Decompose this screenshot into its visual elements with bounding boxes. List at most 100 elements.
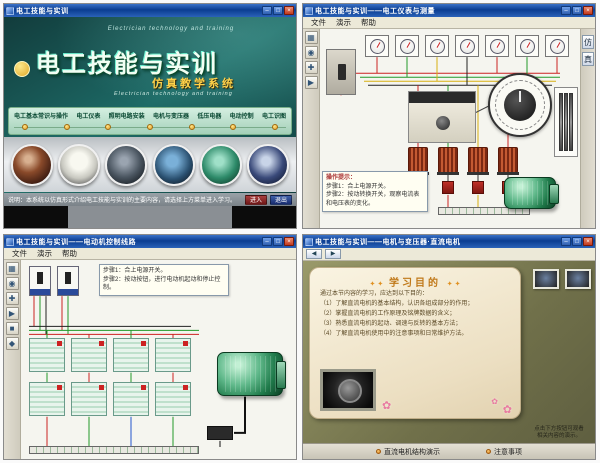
node-tool-icon[interactable]: ◆: [6, 337, 19, 350]
menu-item-motors[interactable]: 电机与变压器: [153, 111, 189, 120]
window-title: 电工技能与实训——电机与变压器·直流电机: [315, 237, 559, 247]
photo-motor[interactable]: [200, 144, 242, 186]
menu-item-drawings[interactable]: 电工识图: [262, 111, 286, 120]
contactor[interactable]: [155, 382, 191, 416]
structure-demo-button[interactable]: 直流电机结构演示: [376, 447, 440, 457]
minimize-button[interactable]: –: [561, 237, 571, 246]
app-icon: [305, 7, 313, 15]
splash-subtitle: 仿真教学系统: [152, 75, 236, 91]
menu-dot-icon[interactable]: [272, 124, 278, 130]
meter-tool-icon[interactable]: ◉: [305, 46, 318, 59]
meter-tool-icon[interactable]: ◉: [6, 277, 19, 290]
minimize-button[interactable]: –: [561, 6, 571, 15]
photo-contactors[interactable]: [247, 144, 289, 186]
flower-icon: ✿: [382, 399, 391, 412]
menu-demo[interactable]: 演示: [332, 17, 355, 28]
menu-dot-icon[interactable]: [64, 124, 70, 130]
circuit-breaker[interactable]: [29, 266, 51, 296]
grid-tool-icon[interactable]: ▦: [6, 262, 19, 275]
back-button[interactable]: ◀: [306, 249, 322, 259]
motor[interactable]: [504, 177, 556, 209]
window-controls: – □ ×: [262, 6, 294, 15]
contactor[interactable]: [29, 382, 65, 416]
close-button[interactable]: ×: [284, 237, 294, 246]
photo-strip: [4, 137, 296, 192]
maximize-button[interactable]: □: [572, 6, 582, 15]
contactor[interactable]: [155, 338, 191, 372]
lesson-header: ✦ ✦ 学习目的 ✦ ✦: [310, 274, 520, 289]
photo-meter[interactable]: [58, 144, 100, 186]
title-bar[interactable]: 电工技能与实训 – □ ×: [4, 4, 296, 17]
maximize-button[interactable]: □: [273, 237, 283, 246]
power-switch[interactable]: [326, 49, 356, 95]
menu-item-meters[interactable]: 电工仪表: [76, 111, 100, 120]
menu-file[interactable]: 文件: [307, 17, 330, 28]
contactor[interactable]: [29, 338, 65, 372]
menu-dot-icon[interactable]: [105, 124, 111, 130]
bottom-letterbox: [4, 206, 296, 228]
minimize-button[interactable]: –: [262, 237, 272, 246]
simulation-canvas[interactable]: 步骤1：合上电源开关。 步骤2：按动按钮，进行电动机起动和停止控制。: [21, 260, 296, 459]
menu-item-lighting[interactable]: 照明电路安装: [109, 111, 145, 120]
contactor[interactable]: [71, 338, 107, 372]
contactor[interactable]: [113, 338, 149, 372]
window-title: 电工技能与实训——电动机控制线路: [16, 237, 260, 247]
title-bar[interactable]: 电工技能与实训——电动机控制线路 – □ ×: [4, 235, 296, 248]
close-button[interactable]: ×: [284, 6, 294, 15]
close-button[interactable]: ×: [583, 237, 593, 246]
demo-thumbnail[interactable]: [533, 269, 559, 289]
circuit-breaker[interactable]: [57, 266, 79, 296]
forward-button[interactable]: ▶: [325, 249, 341, 259]
menu-file[interactable]: 文件: [8, 248, 31, 259]
photo-cable-coil[interactable]: [11, 144, 53, 186]
rotary-knob[interactable]: [436, 116, 450, 130]
magnified-rotary-switch[interactable]: [504, 89, 536, 121]
notes-button[interactable]: 注意事项: [486, 447, 522, 457]
lesson-body: 通过本节内容的学习，应达到以下目的： （1）了解直流电机的基本结构，认识各组成部…: [320, 290, 512, 340]
switch-device[interactable]: [408, 91, 476, 143]
wire-tool-icon[interactable]: ✚: [6, 292, 19, 305]
enter-button[interactable]: 进入: [245, 195, 267, 205]
meter-dial-icon: [370, 39, 385, 54]
demo-thumbnail[interactable]: [565, 269, 591, 289]
menu-dot-icon[interactable]: [147, 124, 153, 130]
simulation-view-button[interactable]: 仿: [582, 35, 594, 49]
maximize-button[interactable]: □: [273, 6, 283, 15]
current-transformer: [438, 147, 458, 173]
flower-icon: ✿: [503, 403, 512, 416]
maximize-button[interactable]: □: [572, 237, 582, 246]
magnifier-callout: [488, 73, 552, 137]
photo-tools[interactable]: [105, 144, 147, 186]
real-view-button[interactable]: 真: [582, 52, 594, 66]
simulation-canvas[interactable]: 操作提示： 步骤1：合上电源开关。 步骤2：按动转换开关，观察电流表和电压表的变…: [320, 29, 580, 228]
grid-tool-icon[interactable]: ▦: [305, 31, 318, 44]
menu-help[interactable]: 帮助: [357, 17, 380, 28]
title-bar[interactable]: 电工技能与实训——电工仪表与测量 – □ ×: [303, 4, 595, 17]
contactor[interactable]: [113, 382, 149, 416]
sparkle-icon: ✦ ✦: [370, 281, 384, 288]
title-bar[interactable]: 电工技能与实训——电机与变压器·直流电机 – □ ×: [303, 235, 595, 248]
menu-help[interactable]: 帮助: [58, 248, 81, 259]
menu-item-lowvoltage[interactable]: 低压电器: [197, 111, 221, 120]
menu-item-control[interactable]: 电动控制: [230, 111, 254, 120]
photo-instrument[interactable]: [153, 144, 195, 186]
menu-dot-icon[interactable]: [189, 124, 195, 130]
ammeter: [365, 35, 389, 57]
splash-menu-bar: 电工基本常识与操作 电工仪表 照明电路安装 电机与变压器 低压电器 电动控制 电…: [8, 107, 292, 135]
contactor[interactable]: [71, 382, 107, 416]
exit-button[interactable]: 退出: [270, 195, 292, 205]
minimize-button[interactable]: –: [262, 6, 272, 15]
menu-dot-icon[interactable]: [230, 124, 236, 130]
menu-demo[interactable]: 演示: [33, 248, 56, 259]
block-tool-icon[interactable]: ■: [6, 322, 19, 335]
wire-tool-icon[interactable]: ✚: [305, 61, 318, 74]
play-tool-icon[interactable]: ▶: [305, 76, 318, 89]
menu-item-basics[interactable]: 电工基本常识与操作: [14, 111, 68, 120]
lesson-content: ✦ ✦ 学习目的 ✦ ✦ 通过本节内容的学习，应达到以下目的： （1）了解直流电…: [303, 261, 595, 443]
motor[interactable]: [217, 352, 283, 396]
close-button[interactable]: ×: [583, 6, 593, 15]
play-tool-icon[interactable]: ▶: [6, 307, 19, 320]
menu-dot-icon[interactable]: [22, 124, 28, 130]
flower-icon: ✿: [491, 397, 498, 406]
window-controls: – □ ×: [561, 237, 593, 246]
